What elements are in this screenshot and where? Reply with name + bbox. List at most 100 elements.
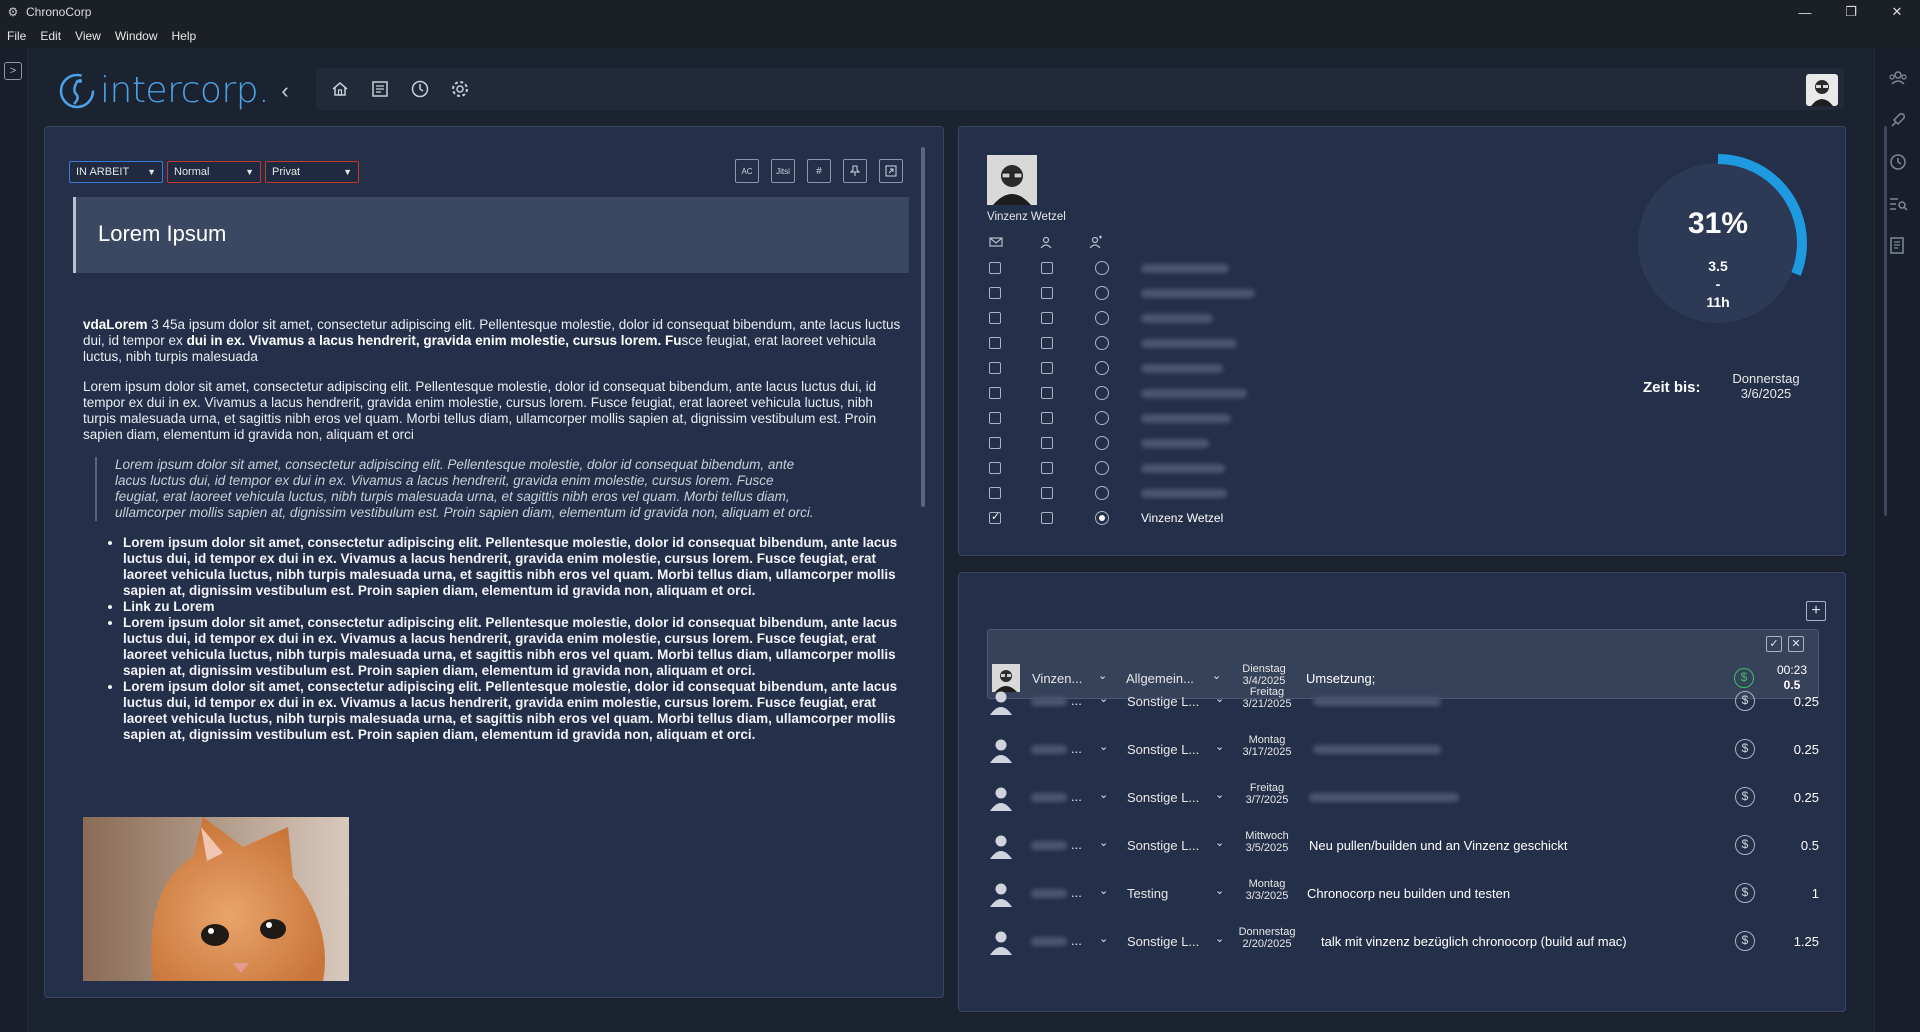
entry-user-redacted[interactable] bbox=[1031, 889, 1067, 898]
billable-icon[interactable]: $ bbox=[1735, 787, 1755, 807]
time-entry-row[interactable]: ... ⌄ Testing ⌄ Montag 3/3/2025 Chronocor… bbox=[987, 875, 1819, 911]
billable-icon[interactable]: $ bbox=[1735, 691, 1755, 711]
hash-button[interactable]: # bbox=[807, 159, 831, 183]
entry-category[interactable]: Sonstige L... bbox=[1127, 694, 1199, 709]
entry-category[interactable]: Sonstige L... bbox=[1127, 934, 1199, 949]
assign-radio[interactable] bbox=[1095, 461, 1109, 475]
billable-icon[interactable]: $ bbox=[1735, 739, 1755, 759]
user-dropdown-icon[interactable]: ⌄ bbox=[1099, 884, 1108, 897]
mail-checkbox[interactable] bbox=[989, 412, 1001, 424]
user-dropdown-icon[interactable]: ⌄ bbox=[1099, 692, 1108, 705]
back-button[interactable]: ‹ bbox=[274, 78, 296, 104]
assign-radio[interactable] bbox=[1095, 511, 1109, 525]
time-entry-row[interactable]: ... ⌄ Sonstige L... ⌄ Freitag 3/21/2025 $… bbox=[987, 683, 1819, 719]
mail-checkbox[interactable] bbox=[989, 510, 1001, 524]
mail-checkbox[interactable] bbox=[989, 362, 1001, 374]
person-checkbox[interactable] bbox=[1041, 362, 1053, 374]
time-entry-row[interactable]: ... ⌄ Sonstige L... ⌄ Donnerstag 2/20/202… bbox=[987, 923, 1819, 959]
mail-checkbox[interactable] bbox=[989, 287, 1001, 299]
mail-checkbox[interactable] bbox=[989, 387, 1001, 399]
confirm-entry-button[interactable]: ✓ bbox=[1766, 636, 1782, 652]
entry-date[interactable]: Donnerstag 2/20/2025 bbox=[1231, 926, 1303, 950]
category-dropdown-icon[interactable]: ⌄ bbox=[1215, 884, 1224, 897]
entry-description-redacted[interactable] bbox=[1309, 793, 1459, 802]
status-select[interactable]: IN ARBEIT ▼ bbox=[69, 161, 163, 183]
assign-radio[interactable] bbox=[1095, 386, 1109, 400]
menu-view[interactable]: View bbox=[68, 29, 108, 43]
category-dropdown-icon[interactable]: ⌄ bbox=[1215, 692, 1224, 705]
person-checkbox[interactable] bbox=[1041, 412, 1053, 424]
menu-edit[interactable]: Edit bbox=[33, 29, 68, 43]
history-icon[interactable] bbox=[1888, 152, 1908, 172]
ac-button[interactable]: AC bbox=[735, 159, 759, 183]
billable-icon[interactable]: $ bbox=[1735, 835, 1755, 855]
right-scrollbar[interactable] bbox=[1884, 126, 1887, 516]
entry-description[interactable]: talk mit vinzenz bezüglich chronocorp (b… bbox=[1321, 934, 1627, 949]
ticket-title-box[interactable]: Lorem Ipsum bbox=[73, 197, 909, 273]
pin-button[interactable] bbox=[843, 159, 867, 183]
editor-scrollbar[interactable] bbox=[921, 147, 925, 507]
scope-select[interactable]: Privat ▼ bbox=[265, 161, 359, 183]
entry-user-redacted[interactable] bbox=[1031, 745, 1067, 754]
ticket-description[interactable]: vdaLorem 3 45a ipsum dolor sit amet, con… bbox=[83, 317, 903, 743]
person-checkbox[interactable] bbox=[1041, 462, 1053, 474]
user-dropdown-icon[interactable]: ⌄ bbox=[1099, 788, 1108, 801]
entry-description[interactable]: Neu pullen/builden und an Vinzenz geschi… bbox=[1309, 838, 1568, 853]
restore-button[interactable]: ❐ bbox=[1828, 0, 1874, 24]
list-icon[interactable] bbox=[370, 79, 390, 99]
entry-description-redacted[interactable] bbox=[1313, 745, 1441, 754]
category-dropdown-icon[interactable]: ⌄ bbox=[1215, 740, 1224, 753]
assign-radio[interactable] bbox=[1095, 261, 1109, 275]
assign-radio[interactable] bbox=[1095, 336, 1109, 350]
entry-category[interactable]: Sonstige L... bbox=[1127, 790, 1199, 805]
entry-user-redacted[interactable] bbox=[1031, 793, 1067, 802]
person-checkbox[interactable] bbox=[1041, 337, 1053, 349]
entry-date[interactable]: Freitag 3/21/2025 bbox=[1231, 686, 1303, 710]
export-button[interactable] bbox=[879, 159, 903, 183]
rocket-icon[interactable] bbox=[1888, 110, 1908, 130]
mail-checkbox[interactable] bbox=[989, 487, 1001, 499]
person-checkbox[interactable] bbox=[1041, 512, 1053, 524]
assign-radio[interactable] bbox=[1095, 311, 1109, 325]
gear-icon[interactable] bbox=[450, 79, 470, 99]
time-entry-row[interactable]: ... ⌄ Sonstige L... ⌄ Freitag 3/7/2025 $ … bbox=[987, 779, 1819, 815]
user-dropdown-icon[interactable]: ⌄ bbox=[1099, 836, 1108, 849]
menu-help[interactable]: Help bbox=[165, 29, 204, 43]
assign-radio[interactable] bbox=[1095, 361, 1109, 375]
user-dropdown-icon[interactable]: ⌄ bbox=[1099, 740, 1108, 753]
mail-checkbox[interactable] bbox=[989, 437, 1001, 449]
billable-icon[interactable]: $ bbox=[1735, 883, 1755, 903]
person-checkbox[interactable] bbox=[1041, 387, 1053, 399]
entry-category[interactable]: Testing bbox=[1127, 886, 1168, 901]
mail-checkbox[interactable] bbox=[989, 337, 1001, 349]
clock-icon[interactable] bbox=[410, 79, 430, 99]
assign-radio[interactable] bbox=[1095, 411, 1109, 425]
entry-description-redacted[interactable] bbox=[1313, 697, 1441, 706]
person-checkbox[interactable] bbox=[1041, 487, 1053, 499]
user-dropdown-icon[interactable]: ⌄ bbox=[1099, 932, 1108, 945]
entry-description[interactable]: Chronocorp neu builden und testen bbox=[1307, 886, 1510, 901]
entry-category[interactable]: Sonstige L... bbox=[1127, 742, 1199, 757]
user-dropdown-icon[interactable]: ⌄ bbox=[1098, 669, 1107, 682]
entry-user-redacted[interactable] bbox=[1031, 841, 1067, 850]
assign-radio[interactable] bbox=[1095, 436, 1109, 450]
expand-sidebar-icon[interactable]: > bbox=[4, 62, 22, 80]
add-entry-button[interactable]: + bbox=[1806, 601, 1826, 621]
category-dropdown-icon[interactable]: ⌄ bbox=[1212, 669, 1221, 682]
entry-category[interactable]: Sonstige L... bbox=[1127, 838, 1199, 853]
user-avatar[interactable] bbox=[1806, 74, 1838, 106]
person-checkbox[interactable] bbox=[1041, 437, 1053, 449]
search-list-icon[interactable] bbox=[1888, 194, 1908, 214]
entry-date[interactable]: Montag 3/3/2025 bbox=[1231, 878, 1303, 902]
time-entry-row[interactable]: ... ⌄ Sonstige L... ⌄ Montag 3/17/2025 $ … bbox=[987, 731, 1819, 767]
entry-date[interactable]: Mittwoch 3/5/2025 bbox=[1231, 830, 1303, 854]
billable-icon[interactable]: $ bbox=[1735, 931, 1755, 951]
menu-window[interactable]: Window bbox=[108, 29, 165, 43]
priority-select[interactable]: Normal ▼ bbox=[167, 161, 261, 183]
category-dropdown-icon[interactable]: ⌄ bbox=[1215, 788, 1224, 801]
entry-date[interactable]: Freitag 3/7/2025 bbox=[1231, 782, 1303, 806]
menu-file[interactable]: File bbox=[0, 29, 33, 43]
category-dropdown-icon[interactable]: ⌄ bbox=[1215, 836, 1224, 849]
team-icon[interactable] bbox=[1888, 68, 1908, 88]
category-dropdown-icon[interactable]: ⌄ bbox=[1215, 932, 1224, 945]
